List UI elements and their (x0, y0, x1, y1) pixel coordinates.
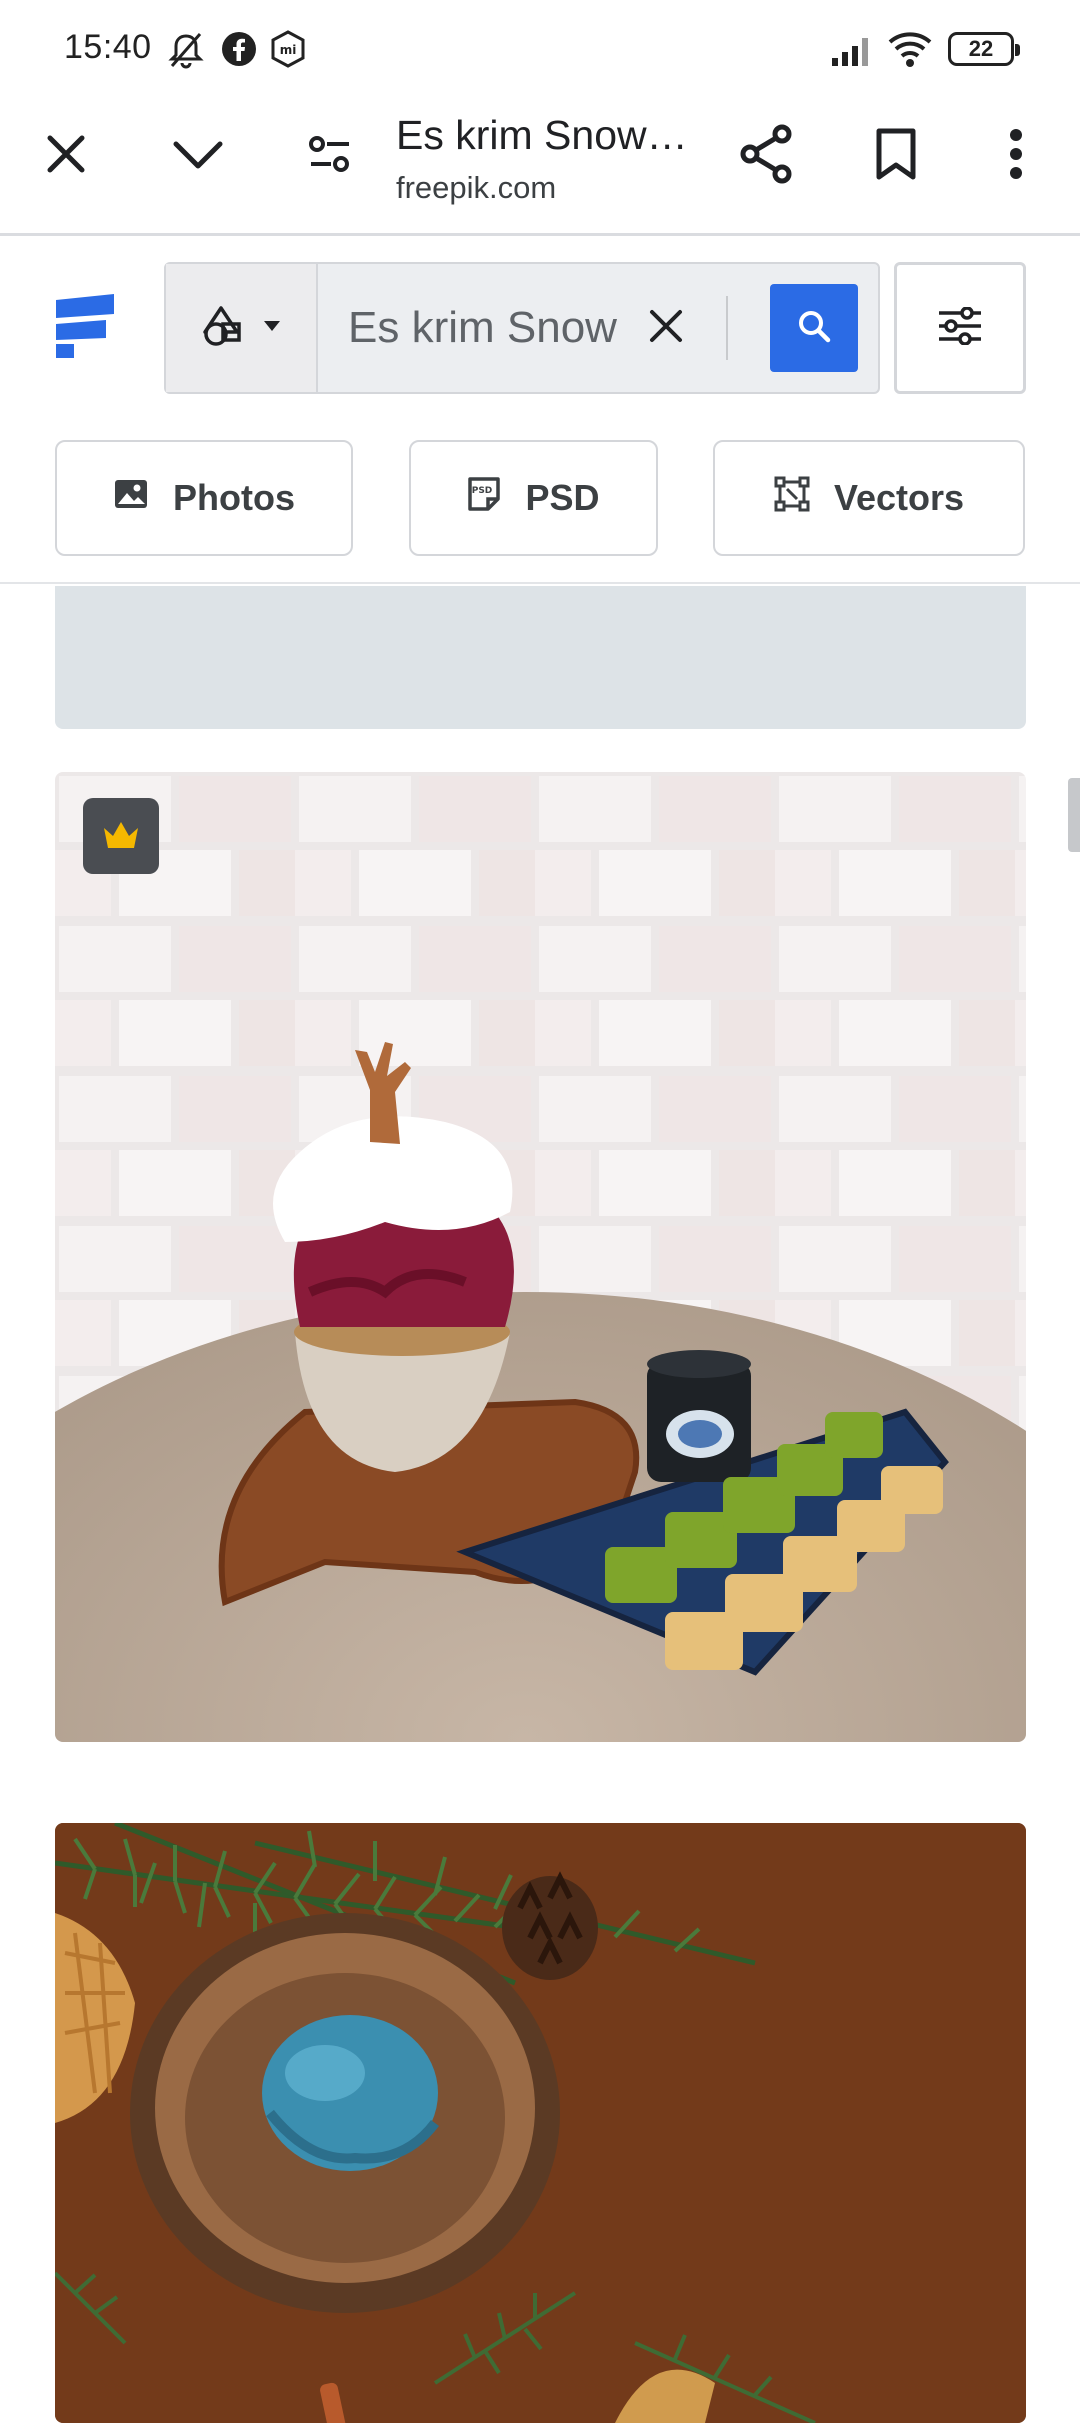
page-url: freepik.com (396, 170, 557, 205)
more-vert-icon (1009, 128, 1023, 184)
result-image-blue-ice-cream[interactable] (55, 1823, 1026, 2423)
minimize-tab-button[interactable] (158, 116, 238, 196)
mute-icon (166, 30, 206, 75)
share-icon (738, 124, 794, 189)
loading-image-placeholder[interactable] (55, 586, 1026, 729)
shapes-icon (201, 304, 245, 353)
mi-icon: mi (270, 30, 306, 73)
share-button[interactable] (726, 116, 806, 196)
search-divider (726, 296, 728, 360)
wifi-icon (886, 30, 934, 73)
blue-ice-cream-photo (55, 1823, 1026, 2423)
filters-button[interactable] (894, 262, 1026, 394)
result-image-bingsu[interactable] (55, 772, 1026, 1742)
premium-badge (83, 798, 159, 874)
more-options-button[interactable] (976, 116, 1056, 196)
page-settings-button[interactable] (290, 116, 370, 196)
header-divider (0, 582, 1080, 584)
close-tab-button[interactable] (26, 116, 106, 196)
status-time: 15:40 (64, 28, 152, 66)
search-icon (796, 308, 832, 349)
chip-label: Vectors (833, 477, 965, 518)
search-button[interactable] (770, 284, 858, 372)
asset-type-dropdown[interactable] (166, 264, 318, 392)
chip-psd[interactable]: PSD PSD (409, 440, 658, 556)
chip-vectors[interactable]: Vectors (713, 440, 1025, 556)
bingsu-photo (55, 772, 1026, 1742)
chip-photos[interactable]: Photos (55, 440, 353, 556)
search-bar (164, 262, 880, 394)
caret-down-icon (263, 319, 281, 337)
status-bar: 15:40 mi 22 (0, 0, 1080, 100)
signal-icon (830, 34, 874, 73)
sliders-icon (937, 305, 983, 350)
bookmark-button[interactable] (856, 116, 936, 196)
page-title: Es krim Snow… (396, 112, 688, 158)
crown-icon (101, 820, 141, 852)
clear-search-button[interactable] (636, 298, 696, 358)
vector-icon (774, 476, 810, 521)
freepik-logo[interactable] (52, 294, 118, 360)
svg-text:mi: mi (280, 43, 297, 57)
psd-icon: PSD (467, 476, 501, 521)
chip-label: PSD (525, 477, 600, 518)
facebook-icon (220, 30, 258, 73)
battery-indicator: 22 (948, 32, 1020, 66)
close-icon (648, 308, 684, 349)
page-scrollbar[interactable] (1068, 778, 1080, 852)
bookmark-icon (875, 127, 917, 186)
close-icon (44, 132, 88, 181)
page-settings-icon (307, 133, 353, 180)
svg-text:PSD: PSD (472, 486, 493, 496)
image-icon (113, 477, 149, 519)
chevron-down-icon (172, 136, 224, 177)
chip-label: Photos (173, 477, 295, 518)
